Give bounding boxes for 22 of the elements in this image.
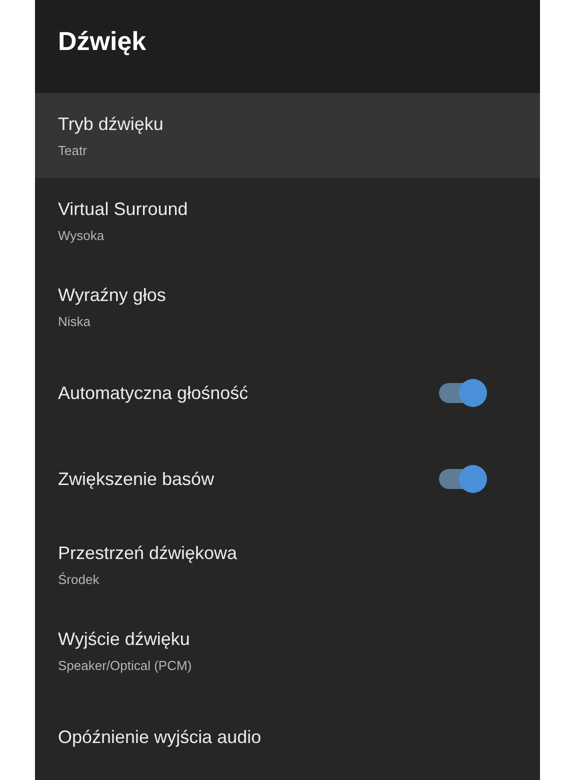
settings-item[interactable]: Opóźnienie wyjścia audio [35,694,540,780]
setting-value: Teatr [58,142,88,158]
settings-item[interactable]: Tryb dźwięku Teatr [35,93,540,178]
settings-item[interactable]: Virtual Surround Wysoka [35,178,540,264]
setting-title: Automatyczna głośność [58,382,250,404]
setting-value: Środek [58,572,100,587]
page-title: Dźwięk [58,26,146,57]
setting-title: Virtual Surround [58,199,189,220]
setting-value: Niska [58,314,92,329]
settings-item[interactable]: Automatyczna głośność [35,350,540,436]
setting-title: Zwiększenie basów [58,468,216,490]
settings-item[interactable]: Przestrzeń dźwiękowa Środek [35,522,540,608]
setting-title: Tryb dźwięku [58,114,164,134]
setting-title: Wyraźny głos [58,285,167,306]
setting-value: Wysoka [58,228,106,243]
settings-item[interactable]: Zwiększenie basów [35,436,540,522]
setting-title: Przestrzeń dźwiękowa [58,543,238,564]
setting-title: Opóźnienie wyjścia audio [58,726,262,748]
setting-value: Speaker/Optical (PCM) [58,658,193,673]
settings-item[interactable]: Wyjście dźwięku Speaker/Optical (PCM) [35,608,540,694]
setting-title: Wyjście dźwięku [58,629,191,650]
settings-item[interactable]: Wyraźny głos Niska [35,264,540,350]
